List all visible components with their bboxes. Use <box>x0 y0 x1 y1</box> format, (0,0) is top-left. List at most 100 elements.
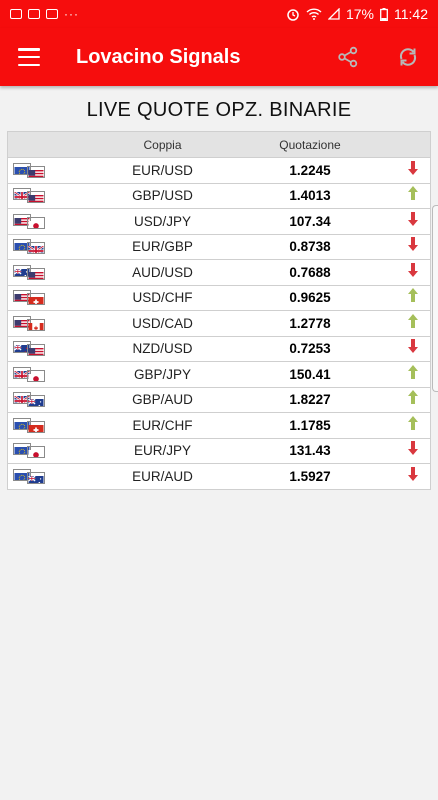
arrow-down-icon <box>407 440 419 461</box>
table-row[interactable]: USD/CHF 0.9625 <box>8 285 430 311</box>
refresh-button[interactable] <box>378 28 438 86</box>
jp-flag-icon <box>27 216 45 229</box>
menu-icon[interactable] <box>18 48 40 66</box>
arrow-up-icon <box>407 389 419 410</box>
column-header-pair: Coppia <box>143 137 182 152</box>
share-button[interactable] <box>318 28 378 86</box>
arrow-up-icon <box>407 364 419 385</box>
table-row[interactable]: EUR/AUD 1.5927 <box>8 464 430 490</box>
currency-flags <box>13 264 47 280</box>
arrow-down-icon <box>407 211 419 232</box>
currency-pair: EUR/USD <box>132 162 193 178</box>
arrow-down-icon <box>407 466 419 487</box>
quote-value: 107.34 <box>289 213 331 229</box>
quote-value: 1.5927 <box>289 468 331 484</box>
currency-pair: AUD/USD <box>132 264 193 280</box>
quote-value: 0.7688 <box>289 264 331 280</box>
signal-icon <box>327 8 340 20</box>
arrow-down-icon <box>407 160 419 181</box>
arrow-down-icon <box>407 236 419 257</box>
clock: 11:42 <box>394 6 428 22</box>
currency-flags <box>13 290 47 306</box>
app-bar: Lovacino Signals <box>0 28 438 86</box>
column-header-quote: Quotazione <box>279 137 341 152</box>
currency-pair: USD/CHF <box>132 290 193 306</box>
quote-value: 1.4013 <box>289 188 331 204</box>
wifi-icon <box>306 8 322 20</box>
table-row[interactable]: EUR/USD 1.2245 <box>8 158 430 184</box>
currency-pair: EUR/AUD <box>132 468 193 484</box>
us-flag-icon <box>27 267 45 280</box>
currency-pair: EUR/GBP <box>132 239 193 255</box>
currency-flags <box>13 188 47 204</box>
arrow-up-icon <box>407 287 419 308</box>
ca-flag-icon <box>27 318 45 331</box>
more-notifications-icon: ··· <box>64 7 79 21</box>
currency-flags <box>13 417 47 433</box>
battery-percentage: 17% <box>345 6 374 22</box>
quote-value: 0.8738 <box>289 239 331 255</box>
currency-flags <box>13 213 47 229</box>
table-row[interactable]: EUR/GBP 0.8738 <box>8 234 430 260</box>
currency-pair: GBP/JPY <box>133 366 192 382</box>
notification-icons: ··· <box>10 7 79 21</box>
page-title: LIVE QUOTE OPZ. BINARIE <box>86 99 352 121</box>
table-row[interactable]: GBP/JPY 150.41 <box>8 362 430 388</box>
us-flag-icon <box>27 165 45 178</box>
quote-value: 1.1785 <box>289 417 331 433</box>
table-row[interactable]: USD/JPY 107.34 <box>8 209 430 235</box>
currency-flags <box>13 162 47 178</box>
gift-notification-icon <box>46 9 58 19</box>
currency-flags <box>13 392 47 408</box>
currency-flags <box>13 315 47 331</box>
currency-pair: EUR/JPY <box>133 443 191 459</box>
currency-pair: USD/CAD <box>132 315 193 331</box>
currency-flags <box>13 443 47 459</box>
jp-flag-icon <box>27 369 45 382</box>
table-header: Coppia Quotazione <box>8 132 430 158</box>
alarm-icon <box>287 9 299 21</box>
image-notification-icon <box>10 9 22 19</box>
ch-flag-icon <box>27 420 45 433</box>
arrow-up-icon <box>407 415 419 436</box>
quote-value: 0.9625 <box>289 290 331 306</box>
refresh-icon <box>399 48 417 66</box>
us-flag-icon <box>27 344 45 357</box>
gift-notification-icon <box>28 9 40 19</box>
share-icon <box>338 46 358 68</box>
table-row[interactable]: GBP/USD 1.4013 <box>8 183 430 209</box>
quotes-table: Coppia Quotazione EUR/USD 1.2245 GBP/USD 1.… <box>7 131 431 490</box>
table-row[interactable]: EUR/JPY 131.43 <box>8 438 430 464</box>
quote-value: 1.2778 <box>289 315 331 331</box>
ch-flag-icon <box>27 293 45 306</box>
arrow-down-icon <box>407 338 419 359</box>
currency-flags <box>13 366 47 382</box>
currency-pair: GBP/USD <box>132 188 193 204</box>
table-row[interactable]: USD/CAD 1.2778 <box>8 311 430 337</box>
quote-value: 0.7253 <box>289 341 331 357</box>
quote-value: 150.41 <box>289 366 331 382</box>
arrow-up-icon <box>407 185 419 206</box>
quote-value: 1.8227 <box>289 392 331 408</box>
currency-pair: USD/JPY <box>133 213 191 229</box>
quotes-list: EUR/USD 1.2245 GBP/USD 1.4013 USD/JPY 107.34 E… <box>8 158 430 490</box>
us-flag-icon <box>27 191 45 204</box>
arrow-up-icon <box>407 313 419 334</box>
table-row[interactable]: GBP/AUD 1.8227 <box>8 387 430 413</box>
gb-flag-icon <box>27 242 45 255</box>
table-row[interactable]: EUR/CHF 1.1785 <box>8 413 430 439</box>
battery-icon <box>380 7 388 21</box>
status-bar: ··· 17% 11:42 <box>0 0 438 28</box>
au-flag-icon <box>27 395 45 408</box>
quote-value: 1.2245 <box>289 162 331 178</box>
app-title: Lovacino Signals <box>76 45 241 68</box>
table-row[interactable]: NZD/USD 0.7253 <box>8 336 430 362</box>
currency-pair: NZD/USD <box>132 341 193 357</box>
system-icons: 17% 11:42 <box>286 6 428 22</box>
currency-flags <box>13 239 47 255</box>
table-row[interactable]: AUD/USD 0.7688 <box>8 260 430 286</box>
currency-flags <box>13 468 47 484</box>
currency-flags <box>13 341 47 357</box>
arrow-down-icon <box>407 262 419 283</box>
edge-panel-handle[interactable] <box>432 205 438 392</box>
